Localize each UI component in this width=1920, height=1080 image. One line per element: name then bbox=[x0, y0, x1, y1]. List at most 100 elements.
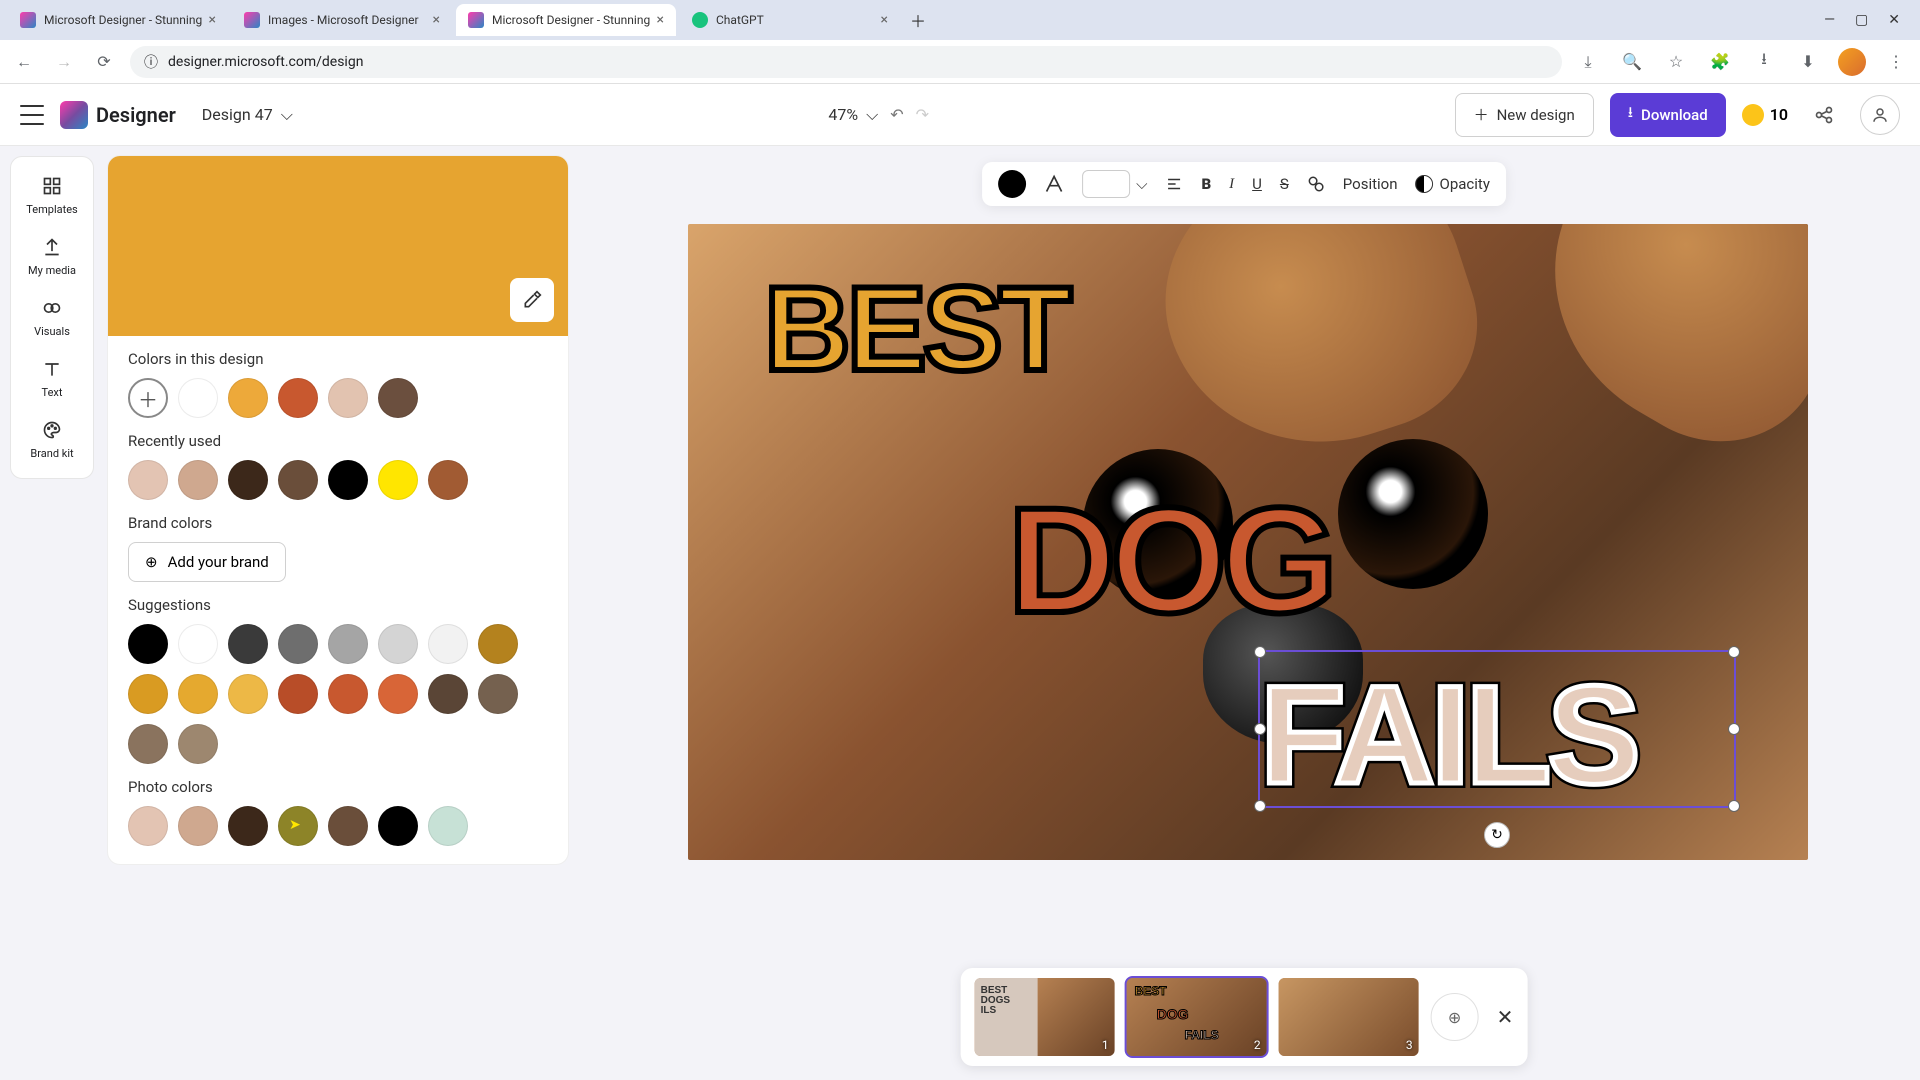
color-swatch[interactable] bbox=[428, 624, 468, 664]
color-swatch[interactable] bbox=[328, 806, 368, 846]
color-swatch[interactable] bbox=[278, 624, 318, 664]
design-canvas[interactable]: BEST DOG FAILS FAILS ↻ bbox=[688, 224, 1808, 860]
color-swatch[interactable] bbox=[128, 674, 168, 714]
add-color-button[interactable]: ＋ bbox=[128, 378, 168, 418]
position-button[interactable]: Position bbox=[1343, 175, 1398, 193]
browser-tab[interactable]: ChatGPT × bbox=[680, 4, 900, 36]
strikethrough-button[interactable]: S bbox=[1280, 175, 1289, 193]
eyedropper-button[interactable] bbox=[510, 278, 554, 322]
color-swatch[interactable] bbox=[428, 674, 468, 714]
page-thumbnail[interactable]: BESTDOGSILS 1 bbox=[975, 978, 1115, 1056]
profile-avatar[interactable] bbox=[1838, 48, 1866, 76]
browser-tab[interactable]: Images - Microsoft Designer × bbox=[232, 4, 452, 36]
color-swatch[interactable] bbox=[178, 724, 218, 764]
effects-button[interactable] bbox=[1307, 175, 1325, 193]
color-swatch[interactable] bbox=[228, 460, 268, 500]
rail-visuals[interactable]: Visuals bbox=[20, 289, 84, 346]
app-logo[interactable]: Designer bbox=[60, 101, 176, 129]
rail-text[interactable]: Text bbox=[20, 350, 84, 407]
rotate-handle[interactable]: ↻ bbox=[1484, 822, 1510, 848]
minimize-icon[interactable]: — bbox=[1824, 12, 1835, 28]
zoom-icon[interactable]: 🔍 bbox=[1618, 48, 1646, 76]
redo-button[interactable]: ↷ bbox=[916, 105, 929, 124]
maximize-icon[interactable]: ▢ bbox=[1855, 12, 1868, 28]
close-tab-icon[interactable]: × bbox=[881, 12, 888, 28]
color-swatch[interactable] bbox=[378, 378, 418, 418]
share-button[interactable] bbox=[1804, 95, 1844, 135]
color-swatch[interactable] bbox=[128, 460, 168, 500]
resize-handle[interactable] bbox=[1254, 646, 1266, 658]
design-selector[interactable]: Design 47 ⌵ bbox=[192, 99, 303, 131]
install-app-icon[interactable]: ⤓ bbox=[1574, 48, 1602, 76]
browser-tab[interactable]: Microsoft Designer - Stunning × bbox=[8, 4, 228, 36]
color-swatch[interactable] bbox=[378, 460, 418, 500]
text-element-best[interactable]: BEST bbox=[764, 260, 1068, 398]
downloads-icon[interactable]: ⭳ bbox=[1750, 48, 1778, 76]
resize-handle[interactable] bbox=[1254, 800, 1266, 812]
rail-brand-kit[interactable]: Brand kit bbox=[20, 411, 84, 468]
hamburger-menu[interactable] bbox=[20, 105, 44, 125]
resize-handle[interactable] bbox=[1254, 723, 1266, 735]
text-element-dog[interactable]: DOG bbox=[1008, 474, 1332, 647]
color-swatch[interactable] bbox=[328, 624, 368, 664]
bold-button[interactable]: B bbox=[1201, 175, 1211, 193]
browser-tab-active[interactable]: Microsoft Designer - Stunning × bbox=[456, 4, 676, 36]
close-tab-icon[interactable]: × bbox=[209, 12, 216, 28]
rail-templates[interactable]: Templates bbox=[20, 167, 84, 224]
color-swatch[interactable] bbox=[328, 674, 368, 714]
back-button[interactable]: ← bbox=[10, 48, 38, 76]
page-thumbnail-active[interactable]: BEST DOG FAILS 2 bbox=[1127, 978, 1267, 1056]
color-swatch[interactable] bbox=[378, 624, 418, 664]
page-thumbnail[interactable]: 3 bbox=[1279, 978, 1419, 1056]
downloads-progress-icon[interactable]: ⬇ bbox=[1794, 48, 1822, 76]
address-bar[interactable]: ⓘ designer.microsoft.com/design bbox=[130, 46, 1562, 78]
close-tab-icon[interactable]: × bbox=[433, 12, 440, 28]
color-swatch[interactable]: ➤ bbox=[278, 806, 318, 846]
italic-button[interactable]: I bbox=[1229, 176, 1234, 193]
color-swatch[interactable] bbox=[278, 460, 318, 500]
underline-button[interactable]: U bbox=[1252, 175, 1262, 193]
forward-button[interactable]: → bbox=[50, 48, 78, 76]
color-swatch[interactable] bbox=[228, 674, 268, 714]
align-button[interactable] bbox=[1165, 175, 1183, 193]
color-swatch[interactable] bbox=[378, 674, 418, 714]
download-button[interactable]: ⭳ Download bbox=[1610, 93, 1726, 137]
color-swatch[interactable] bbox=[178, 378, 218, 418]
reload-button[interactable]: ⟳ bbox=[90, 48, 118, 76]
color-swatch[interactable] bbox=[228, 806, 268, 846]
color-swatch[interactable] bbox=[128, 724, 168, 764]
menu-icon[interactable]: ⋮ bbox=[1882, 48, 1910, 76]
color-swatch[interactable] bbox=[478, 624, 518, 664]
resize-handle[interactable] bbox=[1728, 723, 1740, 735]
color-swatch[interactable] bbox=[278, 674, 318, 714]
color-swatch[interactable] bbox=[228, 378, 268, 418]
text-color-button[interactable] bbox=[998, 170, 1026, 198]
font-size-dropdown[interactable]: ⌵ bbox=[1082, 170, 1147, 198]
color-swatch[interactable] bbox=[428, 460, 468, 500]
opacity-button[interactable]: Opacity bbox=[1416, 175, 1490, 193]
color-swatch[interactable] bbox=[428, 806, 468, 846]
zoom-dropdown[interactable]: 47% ⌵ bbox=[828, 105, 878, 125]
color-swatch[interactable] bbox=[328, 460, 368, 500]
undo-button[interactable]: ↶ bbox=[890, 105, 903, 124]
rail-my-media[interactable]: My media bbox=[20, 228, 84, 285]
close-tray-button[interactable]: ✕ bbox=[1497, 1005, 1514, 1029]
color-swatch[interactable] bbox=[178, 674, 218, 714]
color-swatch[interactable] bbox=[278, 378, 318, 418]
color-swatch[interactable] bbox=[178, 624, 218, 664]
resize-handle[interactable] bbox=[1728, 646, 1740, 658]
color-swatch[interactable] bbox=[128, 624, 168, 664]
add-brand-button[interactable]: ⊕ Add your brand bbox=[128, 542, 286, 582]
new-tab-button[interactable]: ＋ bbox=[904, 6, 932, 34]
extensions-icon[interactable]: 🧩 bbox=[1706, 48, 1734, 76]
text-outline-button[interactable] bbox=[1044, 174, 1064, 194]
add-page-button[interactable]: ⊕ bbox=[1431, 993, 1479, 1041]
site-info-icon[interactable]: ⓘ bbox=[144, 52, 158, 72]
close-window-icon[interactable]: ✕ bbox=[1888, 12, 1900, 28]
close-tab-icon[interactable]: × bbox=[657, 12, 664, 28]
color-swatch[interactable] bbox=[178, 806, 218, 846]
resize-handle[interactable] bbox=[1728, 800, 1740, 812]
bookmark-icon[interactable]: ☆ bbox=[1662, 48, 1690, 76]
color-swatch[interactable] bbox=[478, 674, 518, 714]
color-swatch[interactable] bbox=[128, 806, 168, 846]
